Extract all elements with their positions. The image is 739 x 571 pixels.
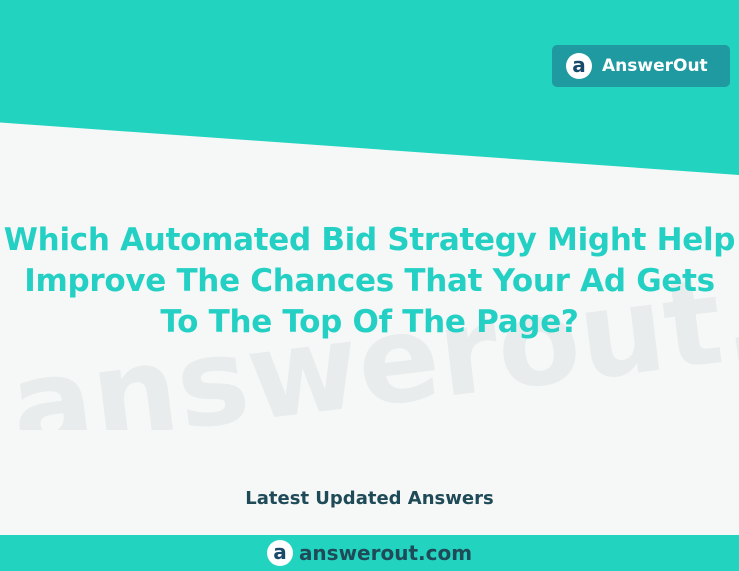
headline-line: To The Top Of The Page? <box>160 304 579 340</box>
brand-badge[interactable]: a AnswerOut <box>552 45 730 87</box>
answerout-logo-icon: a <box>266 540 293 566</box>
latest-answers-heading: Latest Updated Answers <box>245 488 494 509</box>
headline-line: Which Automated Bid Strategy Might Help <box>3 222 736 258</box>
answerout-logo-icon: a <box>566 53 592 79</box>
brand-name: AnswerOut <box>602 56 708 76</box>
page-title: Which Automated Bid Strategy Might Help … <box>0 220 739 343</box>
logo-glyph: a <box>273 540 287 564</box>
top-banner <box>0 0 739 175</box>
headline-line: Improve The Chances That Your Ad Gets <box>24 263 715 299</box>
footer-bar[interactable]: a answerout.com <box>0 535 739 571</box>
logo-glyph: a <box>572 53 586 77</box>
footer-site-link[interactable]: answerout.com <box>299 541 472 565</box>
